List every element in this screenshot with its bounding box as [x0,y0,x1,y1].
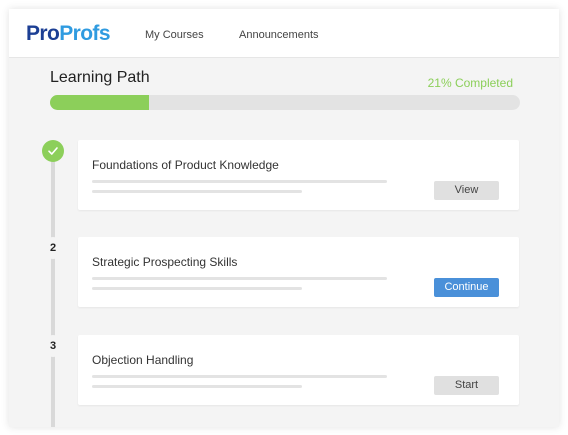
step-2-number: 2 [42,237,64,259]
checkmark-icon [48,147,58,155]
course-title: Strategic Prospecting Skills [92,255,238,269]
description-placeholder-line [92,277,387,280]
description-placeholder-line [92,287,302,290]
course-title: Objection Handling [92,353,194,367]
logo-text-pro: Pro [26,22,60,45]
progress-bar [50,95,520,110]
logo-text-profs: Profs [59,22,110,45]
timeline-line [51,151,55,427]
start-button[interactable]: Start [434,376,499,395]
step-3-number: 3 [42,335,64,357]
continue-button[interactable]: Continue [434,278,499,297]
course-card-1: Foundations of Product Knowledge View [78,140,519,210]
nav-my-courses[interactable]: My Courses [145,28,204,42]
description-placeholder-line [92,375,387,378]
page-title: Learning Path [50,69,150,86]
app-window: ProProfs My Courses Announcements Learni… [9,9,559,427]
proprofs-logo[interactable]: ProProfs [26,22,111,46]
step-1-completed-marker [42,140,64,162]
top-navigation-bar: ProProfs My Courses Announcements [9,9,559,58]
course-card-3: Objection Handling Start [78,335,519,405]
course-card-2: Strategic Prospecting Skills Continue [78,237,519,307]
view-button[interactable]: View [434,181,499,200]
completion-status: 21% Completed [427,76,513,90]
description-placeholder-line [92,180,387,183]
course-title: Foundations of Product Knowledge [92,158,279,172]
nav-announcements[interactable]: Announcements [239,28,319,42]
progress-bar-fill [50,95,149,110]
description-placeholder-line [92,385,302,388]
description-placeholder-line [92,190,302,193]
